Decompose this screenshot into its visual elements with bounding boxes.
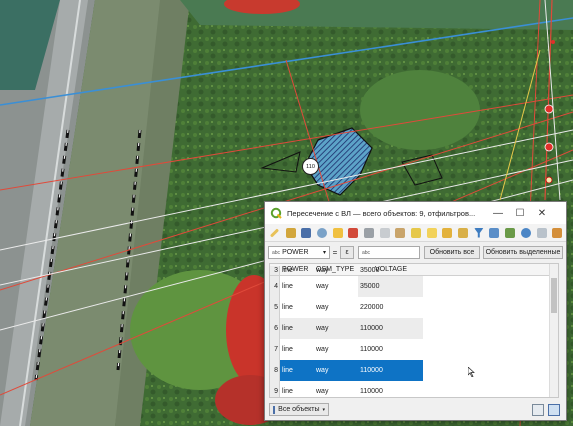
value-input[interactable]: abc [358, 246, 420, 259]
cell-voltage[interactable]: 110000 [360, 381, 383, 397]
add-feature-icon[interactable] [331, 226, 345, 240]
filter-icon[interactable] [472, 226, 486, 240]
paste-icon[interactable] [394, 226, 408, 240]
value-type-icon: abc [362, 249, 371, 256]
deselect-icon[interactable] [456, 226, 470, 240]
power-line-marker[interactable]: 110 [302, 158, 319, 175]
invert-selection-icon[interactable] [441, 226, 455, 240]
row-number[interactable]: 6 [270, 318, 280, 339]
zoom-to-selection-icon[interactable] [519, 226, 533, 240]
cell-voltage[interactable]: 110000 [360, 360, 383, 381]
attribute-table-window: Пересечение с ВЛ — всего объектов: 9, от… [264, 201, 567, 421]
chevron-down-icon: ▾ [322, 250, 326, 256]
show-features-label: Все объекты [278, 406, 320, 413]
table-row[interactable]: 6 line way 110000 [270, 318, 558, 339]
cell-voltage[interactable]: 35000 [360, 276, 379, 297]
copy-icon[interactable] [378, 226, 392, 240]
form-view-icon[interactable] [532, 403, 544, 416]
table-row[interactable]: 7 line way 110000 [270, 339, 558, 360]
cell-osm-type[interactable]: way [316, 318, 328, 339]
scrollbar-thumb[interactable] [551, 278, 557, 313]
cell-power[interactable]: line [282, 360, 293, 381]
cell-power[interactable]: line [282, 381, 293, 397]
show-features-button[interactable]: Все объекты ▾ [269, 403, 329, 416]
field-calculator-icon[interactable] [535, 226, 549, 240]
cell-power[interactable]: line [282, 297, 293, 318]
cell-voltage[interactable]: 220000 [360, 297, 383, 318]
table-row[interactable]: 3 line way 35000 [270, 266, 558, 275]
attribute-table[interactable]: POWER OSM_TYPE VOLTAGE 3 line way 35000 … [269, 263, 559, 398]
mouse-cursor-icon [467, 366, 476, 378]
table-row[interactable]: 5 line way 220000 [270, 297, 558, 318]
table-row-selected[interactable]: 8 line way 110000 [270, 360, 558, 381]
window-title: Пересечение с ВЛ — всего объектов: 9, от… [287, 208, 476, 218]
cell-power[interactable]: line [282, 318, 293, 339]
cell-voltage[interactable]: 35000 [360, 266, 379, 275]
minimize-button[interactable]: — [487, 202, 509, 224]
field-select[interactable]: abc POWER ▾ [268, 246, 330, 259]
show-all-button[interactable]: Обновить все [424, 246, 480, 259]
row-number[interactable]: 3 [270, 266, 280, 275]
attribute-toolbar [265, 224, 566, 242]
cell-osm-type[interactable]: way [316, 381, 328, 397]
expression-button[interactable]: ε [340, 246, 354, 259]
cut-icon[interactable] [362, 226, 376, 240]
pan-to-selection-icon[interactable] [503, 226, 517, 240]
cell-osm-type[interactable]: way [316, 360, 328, 381]
conditional-format-icon[interactable] [550, 226, 564, 240]
save-edits-icon[interactable] [299, 226, 313, 240]
table-icon [273, 405, 276, 414]
chevron-down-icon: ▾ [322, 406, 325, 413]
table-view-icon[interactable] [548, 403, 560, 416]
cell-osm-type[interactable]: way [316, 339, 328, 360]
bottom-bar: Все объекты ▾ [265, 399, 566, 420]
field-select-value: POWER [282, 249, 309, 256]
row-number[interactable]: 9 [270, 381, 280, 397]
cell-osm-type[interactable]: way [316, 276, 328, 297]
select-all-icon[interactable] [425, 226, 439, 240]
cell-osm-type[interactable]: way [316, 297, 328, 318]
qgis-logo-icon [270, 207, 282, 219]
quick-filter-bar: abc POWER ▾ = ε abc Обновить все Обновит… [265, 243, 566, 262]
maximize-button[interactable]: ☐ [509, 202, 531, 224]
update-selected-button[interactable]: Обновить выделенные [483, 246, 563, 259]
row-number[interactable]: 8 [270, 360, 280, 381]
toggle-editing-icon[interactable] [268, 226, 282, 240]
cell-power[interactable]: line [282, 339, 293, 360]
marker-label: 110 [306, 163, 315, 170]
row-number[interactable]: 5 [270, 297, 280, 318]
cell-power[interactable]: line [282, 266, 293, 275]
field-type-icon: abc [272, 249, 281, 256]
operator-label: = [332, 248, 338, 257]
row-number[interactable]: 7 [270, 339, 280, 360]
cell-power[interactable]: line [282, 276, 293, 297]
table-row[interactable]: 4 line way 35000 [270, 276, 558, 297]
cell-voltage[interactable]: 110000 [360, 339, 383, 360]
row-number[interactable]: 4 [270, 276, 280, 297]
move-selection-top-icon[interactable] [488, 226, 502, 240]
close-button[interactable]: ✕ [531, 202, 553, 224]
title-bar[interactable]: Пересечение с ВЛ — всего объектов: 9, от… [265, 202, 566, 224]
select-by-expression-icon[interactable] [409, 226, 423, 240]
reload-icon[interactable] [315, 226, 329, 240]
cell-osm-type[interactable]: way [316, 266, 328, 275]
vertical-scrollbar[interactable] [549, 264, 558, 397]
table-row[interactable]: 9 line way 110000 [270, 381, 558, 397]
multi-edit-icon[interactable] [284, 226, 298, 240]
cell-voltage[interactable]: 110000 [360, 318, 383, 339]
delete-feature-icon[interactable] [346, 226, 360, 240]
